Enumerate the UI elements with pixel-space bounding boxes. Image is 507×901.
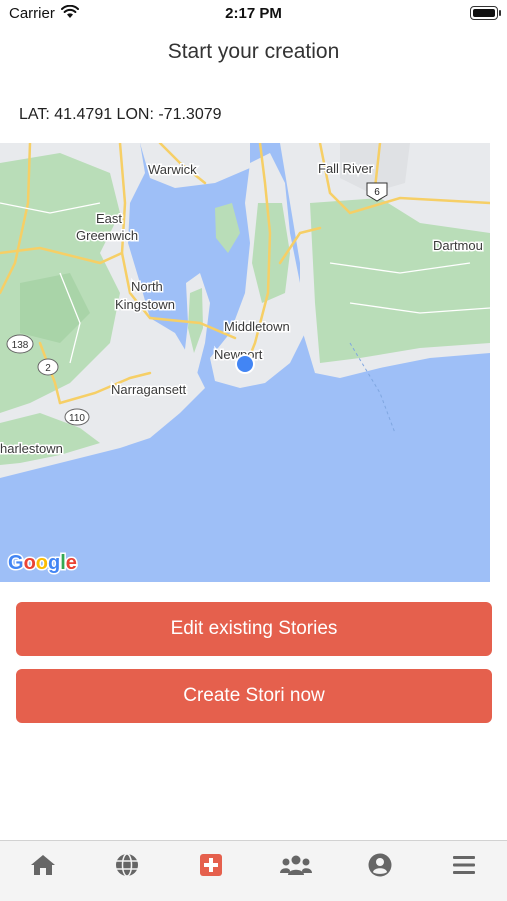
- map-label-warwick: Warwick: [148, 162, 197, 177]
- map-label-greenwich: Greenwich: [76, 228, 138, 243]
- status-bar: Carrier 2:17 PM: [0, 0, 507, 28]
- location-marker: [235, 354, 255, 374]
- tab-home[interactable]: [21, 849, 65, 881]
- map-label-charlestown: harlestown: [0, 441, 63, 456]
- coordinates-label: LAT: 41.4791 LON: -71.3079: [19, 106, 222, 123]
- create-stori-button[interactable]: Create Stori now: [16, 669, 492, 723]
- tab-explore[interactable]: [105, 849, 149, 881]
- route-138-label: 138: [12, 340, 29, 351]
- tab-menu[interactable]: [442, 849, 486, 881]
- map-label-middletown: Middletown: [224, 319, 290, 334]
- route-6-label: 6: [374, 187, 380, 198]
- map-label-kingstown: Kingstown: [115, 297, 175, 312]
- globe-icon: [116, 853, 138, 877]
- profile-icon: [368, 853, 392, 877]
- add-icon: [200, 854, 222, 876]
- google-logo: Google: [8, 552, 77, 574]
- menu-icon: [453, 856, 475, 874]
- battery-icon: [470, 6, 501, 20]
- tab-bar: [0, 840, 507, 901]
- map-label-narragansett: Narragansett: [111, 382, 187, 397]
- edit-stories-label: Edit existing Stories: [170, 618, 338, 639]
- tab-create[interactable]: [189, 849, 233, 881]
- map-label-dartmouth: Dartmou: [433, 238, 483, 253]
- page-title: Start your creation: [167, 40, 340, 63]
- home-icon: [31, 855, 55, 875]
- route-110-shield: 110: [64, 408, 90, 426]
- route-138-shield: 138: [6, 334, 34, 354]
- clock: 2:17 PM: [225, 5, 282, 22]
- tab-community[interactable]: [274, 849, 318, 881]
- route-2-label: 2: [45, 363, 51, 374]
- tab-profile[interactable]: [358, 849, 402, 881]
- map-label-fall-river: Fall River: [318, 161, 374, 176]
- edit-stories-button[interactable]: Edit existing Stories: [16, 602, 492, 656]
- map-view[interactable]: 138 2 110 6 Warwick Fall River East Gree…: [0, 143, 490, 582]
- map-label-east: East: [96, 211, 122, 226]
- route-110-label: 110: [69, 413, 85, 424]
- map-label-north: North: [131, 279, 163, 294]
- create-stori-label: Create Stori now: [183, 685, 325, 706]
- community-icon: [280, 855, 312, 875]
- route-2-shield: 2: [37, 358, 59, 376]
